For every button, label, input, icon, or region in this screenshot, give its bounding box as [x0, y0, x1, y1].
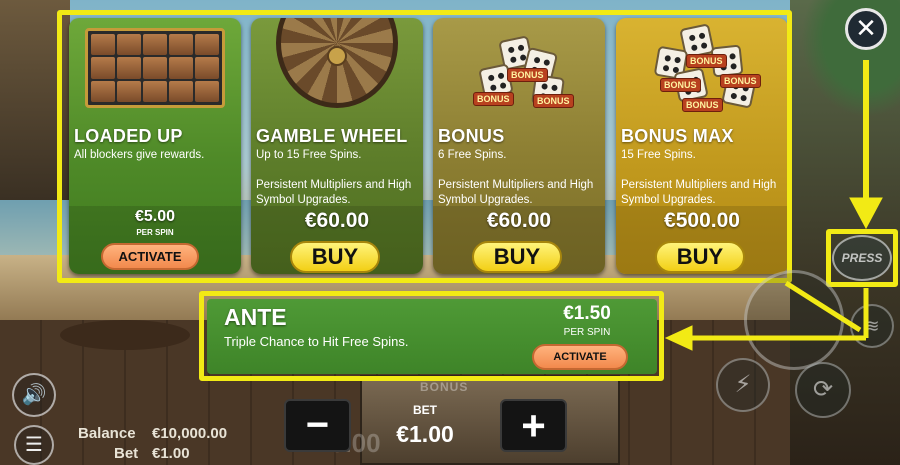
- bonus-sign-background: BONUS: [420, 380, 469, 394]
- increase-bet-button[interactable]: +: [500, 399, 567, 452]
- close-button[interactable]: ✕: [845, 8, 887, 50]
- reel-frame-background: [360, 375, 620, 465]
- highlight-box-feature-cards: [57, 10, 792, 283]
- bet-label: Bet: [114, 445, 139, 462]
- sound-icon[interactable]: 🔊: [12, 373, 56, 417]
- decrease-bet-button[interactable]: −: [284, 399, 351, 452]
- coins-icon[interactable]: ≋: [850, 304, 894, 348]
- balance-value: €10,000.00: [152, 425, 228, 442]
- background-table: [60, 320, 190, 350]
- spin-button[interactable]: [744, 270, 844, 370]
- menu-icon[interactable]: ☰: [14, 425, 54, 465]
- autoplay-icon[interactable]: ⟳: [795, 362, 851, 418]
- press-buy-feature-button[interactable]: PRESS: [832, 235, 892, 281]
- highlight-box-ante: [199, 291, 664, 381]
- bet-amount: €1.00: [396, 421, 454, 447]
- bet-title: BET: [413, 403, 437, 417]
- balance-label: Balance: [78, 425, 136, 442]
- bet-value: €1.00: [152, 445, 190, 462]
- turbo-icon[interactable]: ⚡: [716, 358, 770, 412]
